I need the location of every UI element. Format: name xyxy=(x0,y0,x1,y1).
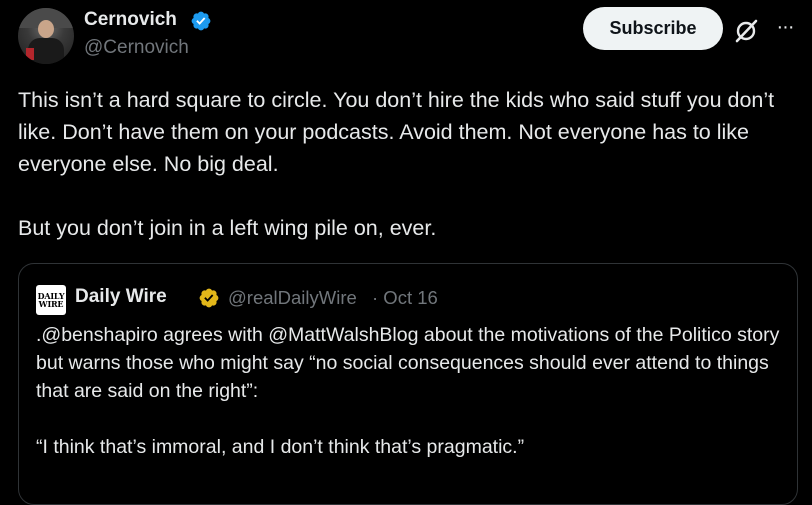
grok-icon[interactable] xyxy=(733,18,759,44)
quoted-date: · Oct 16 xyxy=(372,287,438,308)
tweet-text: This isn’t a hard square to circle. You … xyxy=(18,84,798,244)
quoted-paragraph: .@benshapiro agrees with @MattWalshBlog … xyxy=(36,324,780,402)
more-options-icon[interactable]: ··· xyxy=(772,16,798,38)
author-handle[interactable]: @Cernovich xyxy=(84,37,189,59)
daily-wire-logo[interactable]: DAILY WIRE xyxy=(36,285,66,315)
quoted-display-name: Daily Wire xyxy=(75,286,167,307)
quoted-tweet[interactable]: DAILY WIRE Daily Wire @realDailyWire · O… xyxy=(18,263,798,505)
subscribe-button[interactable]: Subscribe xyxy=(583,7,723,50)
gold-verified-badge-icon xyxy=(199,288,219,308)
quoted-text: .@benshapiro agrees with @MattWalshBlog … xyxy=(36,321,786,461)
tweet-paragraph: But you don’t join in a left wing pile o… xyxy=(18,216,437,240)
author-display-name[interactable]: Cernovich xyxy=(84,9,177,31)
avatar-detail xyxy=(26,48,34,60)
quoted-handle: @realDailyWire xyxy=(228,287,357,308)
avatar-head xyxy=(38,20,54,38)
quoted-paragraph: “I think that’s immoral, and I don’t thi… xyxy=(36,436,525,458)
logo-line: WIRE xyxy=(38,299,64,309)
avatar[interactable] xyxy=(18,8,74,64)
tweet-paragraph: This isn’t a hard square to circle. You … xyxy=(18,88,775,176)
verified-badge-icon xyxy=(191,11,211,31)
